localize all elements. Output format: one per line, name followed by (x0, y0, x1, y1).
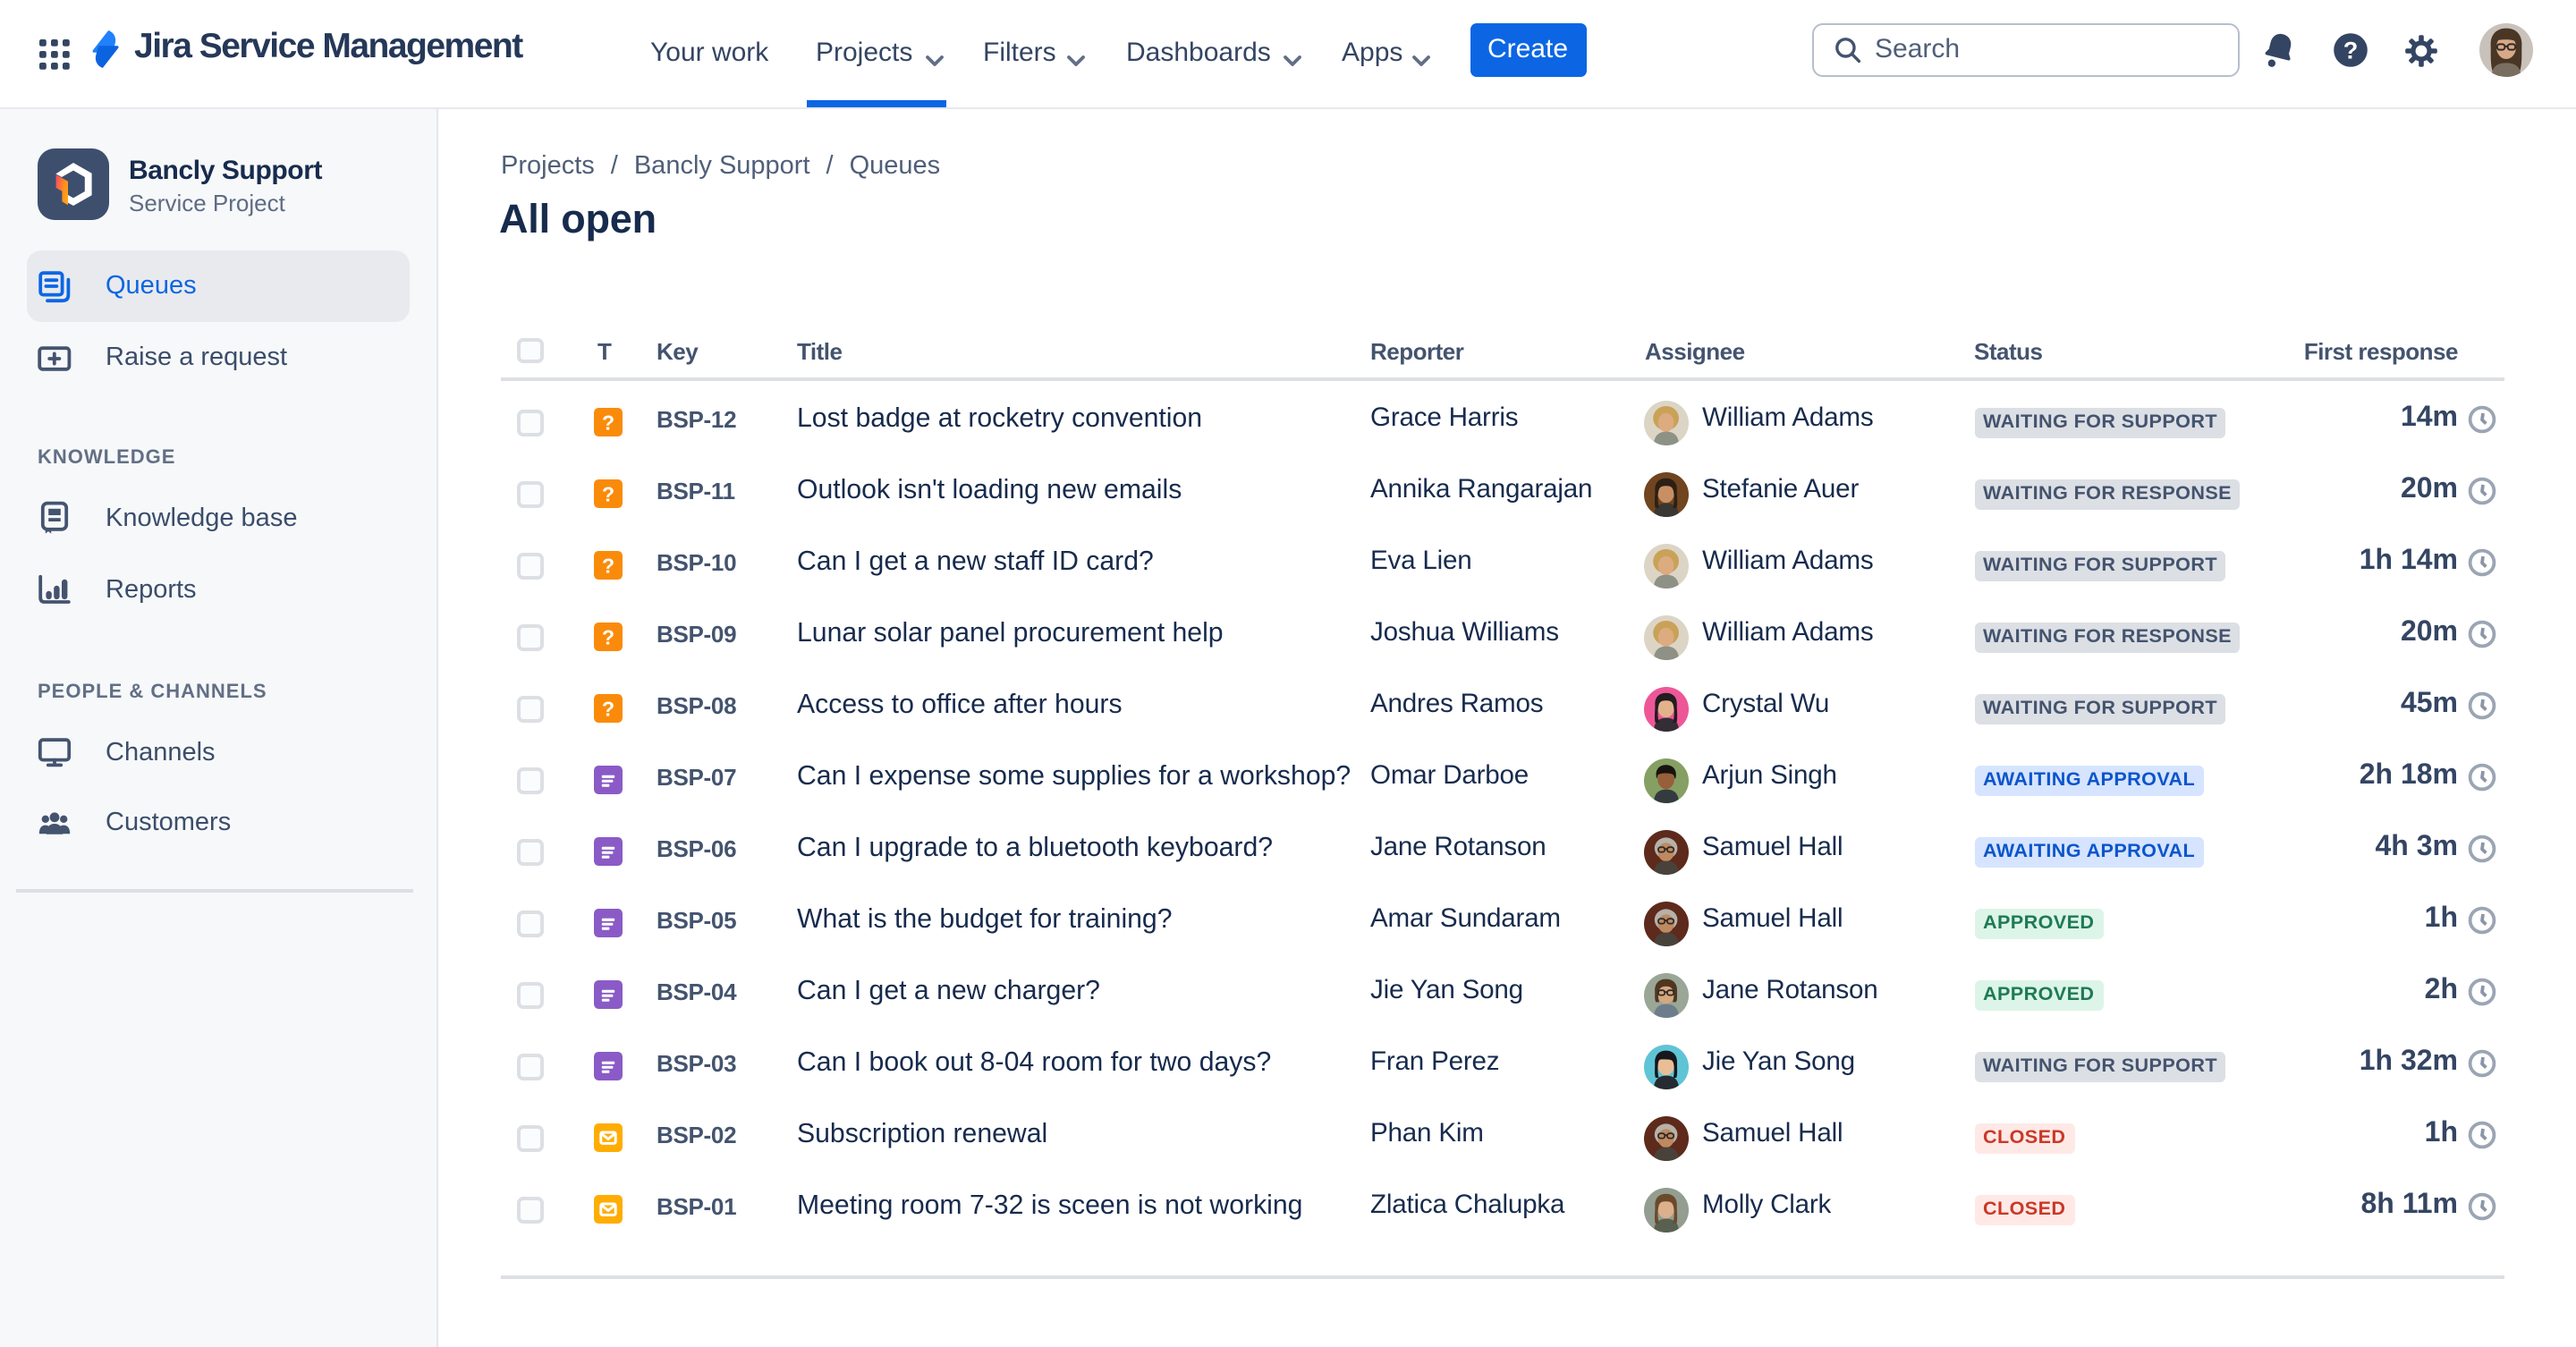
svg-text:?: ? (2343, 38, 2358, 64)
svg-text:?: ? (602, 625, 614, 648)
svg-text:?: ? (602, 697, 614, 720)
svg-text:?: ? (602, 482, 614, 505)
svg-text:?: ? (602, 554, 614, 577)
svg-text:?: ? (602, 411, 614, 434)
